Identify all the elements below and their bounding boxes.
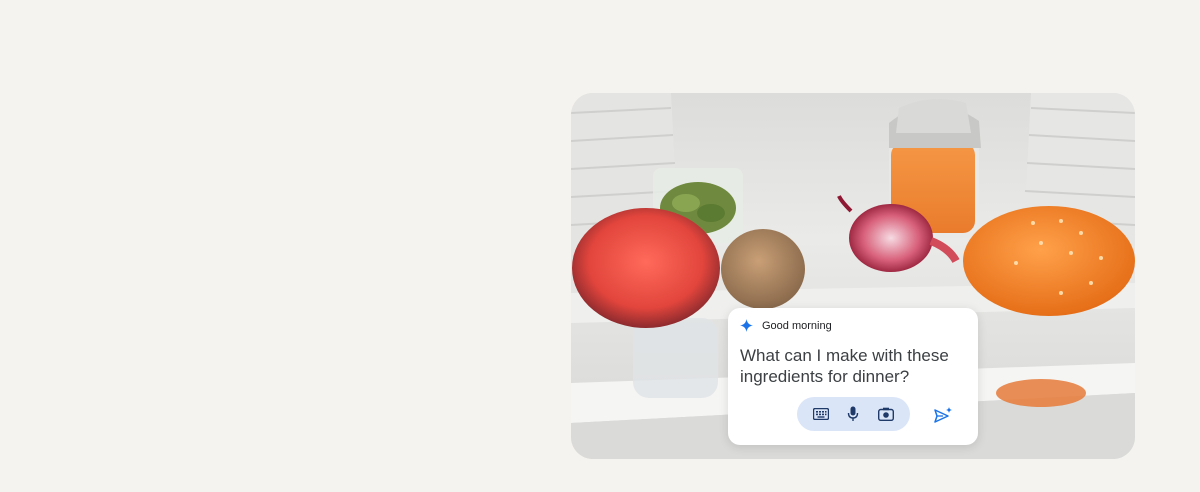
send-icon[interactable] [933, 406, 953, 424]
camera-icon[interactable] [875, 403, 897, 425]
greeting-text: Good morning [762, 319, 832, 332]
assistant-prompt-card: Good morning What can I make with these … [728, 308, 978, 445]
input-mode-pill [797, 397, 910, 431]
sparkle-icon [740, 319, 753, 332]
microphone-icon[interactable] [842, 403, 864, 425]
greeting-row: Good morning [740, 319, 832, 332]
keyboard-icon[interactable] [810, 403, 832, 425]
prompt-text: What can I make with these ingredients f… [740, 346, 949, 386]
